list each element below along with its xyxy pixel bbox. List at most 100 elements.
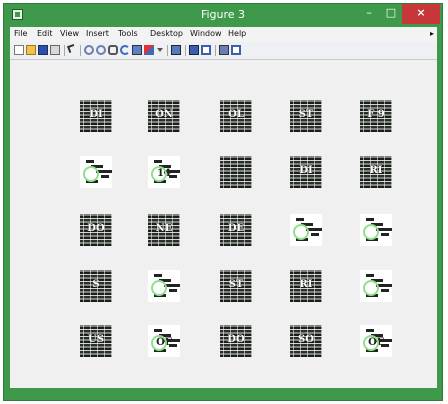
feature-patch [148, 270, 180, 302]
toolbar-separator [64, 45, 65, 56]
maximize-button[interactable]: □ [380, 4, 402, 24]
legend-icon[interactable] [201, 45, 211, 55]
feature-patch: NE [148, 214, 180, 246]
pan-icon[interactable] [108, 45, 118, 55]
keypoint-ring [363, 335, 379, 351]
patch-text: RI [369, 165, 383, 176]
feature-patch: DO [220, 325, 252, 357]
menu-edit[interactable]: Edit [37, 29, 53, 38]
feature-patch [80, 156, 112, 188]
new-figure-icon[interactable] [14, 45, 24, 55]
figure-canvas[interactable]: DI ON OL ST F 9 14 DI RI DO NE DE S ST RI US OF DO SO OF [10, 60, 437, 388]
feature-patch: ON [148, 100, 180, 132]
patch-text: S [92, 279, 100, 290]
patch-text: DE [227, 223, 245, 234]
select-arrow-icon[interactable] [67, 44, 76, 53]
keypoint-ring [363, 280, 379, 296]
minimize-button[interactable]: – [358, 4, 380, 24]
patch-text: RI [299, 279, 313, 290]
menu-bar: File Edit View Insert Tools Desktop Wind… [10, 27, 437, 42]
feature-patch: RI [360, 156, 392, 188]
patch-glyph [366, 218, 374, 221]
feature-patch: DE [220, 214, 252, 246]
toolbar-separator [80, 45, 81, 56]
close-button[interactable]: × [402, 4, 440, 24]
patch-glyph [154, 160, 162, 163]
patch-text: DI [299, 165, 313, 176]
patch-text: DI [89, 109, 103, 120]
keypoint-ring [151, 166, 167, 182]
menu-overflow-arrow[interactable]: ▸ [430, 29, 434, 38]
patch-glyph [366, 329, 374, 332]
patch-text: US [88, 334, 104, 345]
feature-patch: F 9 [360, 100, 392, 132]
menu-help[interactable]: Help [228, 29, 246, 38]
patch-text: F 9 [367, 109, 385, 120]
colorbar-icon[interactable] [189, 45, 199, 55]
open-file-icon[interactable] [26, 45, 36, 55]
hide-plot-tools-icon[interactable] [219, 45, 229, 55]
feature-patch: US [80, 325, 112, 357]
feature-patch: OF [148, 325, 180, 357]
patch-glyph [154, 329, 162, 332]
feature-patch [360, 270, 392, 302]
keypoint-ring [363, 224, 379, 240]
patch-glyph [86, 160, 94, 163]
menu-tools[interactable]: Tools [118, 29, 138, 38]
feature-patch: 14 [148, 156, 180, 188]
patch-text: ST [228, 279, 244, 290]
keypoint-ring [293, 224, 309, 240]
print-icon[interactable] [50, 45, 60, 55]
patch-text: NE [155, 223, 173, 234]
patch-text: OL [228, 109, 244, 120]
keypoint-ring [83, 166, 99, 182]
menu-file[interactable]: File [14, 29, 27, 38]
patch-glyph [154, 274, 162, 277]
patch-glyph [311, 233, 319, 236]
figure-window: Figure 3 – □ × File Edit View Insert Too… [3, 3, 443, 401]
toolbar-separator [167, 45, 168, 56]
keypoint-ring [151, 280, 167, 296]
patch-text: DO [87, 223, 105, 234]
patch-text: ST [298, 109, 314, 120]
data-cursor-icon[interactable] [132, 45, 142, 55]
feature-patch [220, 156, 252, 188]
toolbar-separator [185, 45, 186, 56]
rotate-3d-icon[interactable] [120, 45, 130, 55]
feature-patch [290, 214, 322, 246]
menu-view[interactable]: View [60, 29, 79, 38]
patch-text: SO [298, 334, 314, 345]
feature-patch: ST [290, 100, 322, 132]
patch-glyph [169, 289, 177, 292]
brush-dropdown-icon[interactable] [157, 48, 163, 54]
patch-glyph [101, 175, 109, 178]
zoom-out-icon[interactable] [96, 45, 106, 55]
show-plot-tools-icon[interactable] [231, 45, 241, 55]
title-bar[interactable]: Figure 3 – □ × [4, 4, 442, 26]
brush-icon[interactable] [144, 45, 154, 55]
menu-desktop[interactable]: Desktop [150, 29, 183, 38]
feature-patch: DI [80, 100, 112, 132]
menu-window[interactable]: Window [190, 29, 222, 38]
patch-text: ON [155, 109, 173, 120]
patch-glyph [296, 218, 304, 221]
patch-glyph [381, 233, 389, 236]
zoom-in-icon[interactable] [84, 45, 94, 55]
feature-patch [360, 214, 392, 246]
patch-glyph [381, 289, 389, 292]
feature-patch: ST [220, 270, 252, 302]
feature-patch: RI [290, 270, 322, 302]
patch-glyph [366, 274, 374, 277]
menu-insert[interactable]: Insert [86, 29, 109, 38]
toolbar-separator [215, 45, 216, 56]
feature-patch: DO [80, 214, 112, 246]
link-plot-icon[interactable] [171, 45, 181, 55]
feature-patch: OL [220, 100, 252, 132]
feature-patch: S [80, 270, 112, 302]
image-montage: DI ON OL ST F 9 14 DI RI DO NE DE S ST RI US OF DO SO OF [30, 80, 418, 380]
figure-toolbar [10, 42, 437, 60]
patch-text: DO [227, 334, 245, 345]
feature-patch: DI [290, 156, 322, 188]
save-icon[interactable] [38, 45, 48, 55]
feature-patch: SO [290, 325, 322, 357]
